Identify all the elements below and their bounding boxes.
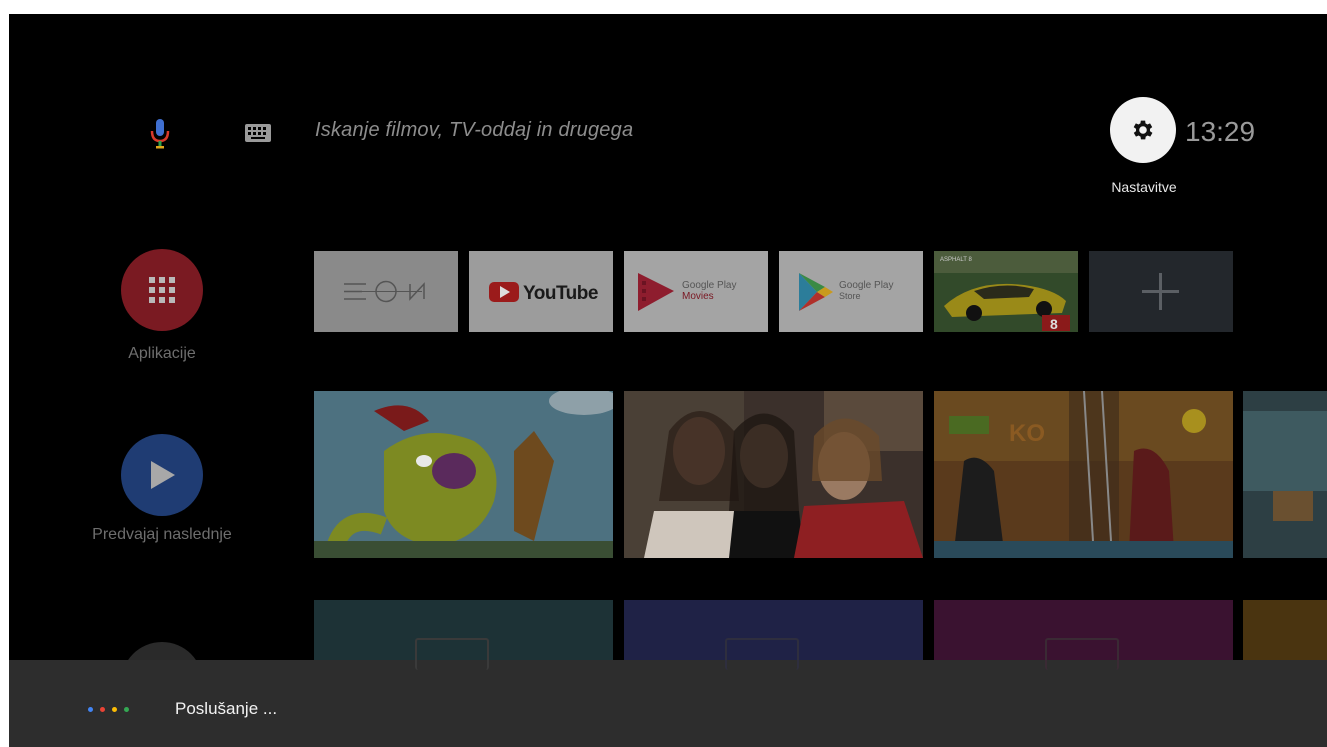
mic-icon[interactable] [148, 117, 172, 151]
svg-text:8: 8 [1050, 316, 1058, 332]
youtube-logo: YouTube [489, 282, 598, 304]
add-app-tile[interactable] [1089, 251, 1233, 332]
play-next-button[interactable] [121, 434, 203, 516]
apps-button[interactable] [121, 249, 203, 331]
assistant-status: Poslušanje ... [175, 699, 278, 718]
svg-text:ASPHALT 8: ASPHALT 8 [940, 257, 972, 263]
app-tile-google-play-store[interactable]: Google Play Store [779, 251, 923, 332]
assistant-dot-blue [88, 707, 93, 712]
content-card-partial[interactable] [1243, 391, 1327, 558]
content-card-volleyball[interactable]: KO [934, 391, 1233, 558]
tv-home-screen: Iskanje filmov, TV-oddaj in drugega Nast… [9, 14, 1327, 747]
gear-icon [1133, 120, 1153, 140]
app-tile-eon[interactable] [314, 251, 458, 332]
svg-text:KO: KO [1009, 420, 1045, 447]
plus-icon [1142, 273, 1179, 310]
svg-text:YouTube: YouTube [523, 283, 598, 304]
game-artwork: 8 ASPHALT 8 [934, 251, 1078, 332]
keyboard-icon[interactable] [245, 124, 271, 142]
drama-thumbnail [624, 391, 923, 558]
cartoon-thumbnail [314, 391, 613, 558]
assistant-dot-red [100, 707, 105, 712]
assistant-dot-green [124, 707, 129, 712]
app-tile-google-play-movies[interactable]: Google Play Movies [624, 251, 768, 332]
volleyball-thumbnail: KO [934, 391, 1233, 558]
assistant-dot-yellow [112, 707, 117, 712]
content-card-drama[interactable] [624, 391, 923, 558]
clock: 13:29 [1185, 116, 1256, 147]
play-next-label: Predvajaj naslednje [92, 526, 232, 543]
partial-thumbnail [1243, 391, 1327, 558]
content-card-cartoon[interactable] [314, 391, 613, 558]
search-field[interactable]: Iskanje filmov, TV-oddaj in drugega [315, 119, 633, 142]
apps-grid-icon [149, 277, 175, 303]
settings-button[interactable] [1110, 97, 1176, 163]
eon-logo [344, 280, 425, 303]
app-tile-asphalt[interactable]: 8 ASPHALT 8 [934, 251, 1078, 332]
channel-card-4[interactable] [1243, 600, 1327, 660]
app-tile-youtube[interactable]: YouTube [469, 251, 613, 332]
apps-label: Aplikacije [128, 345, 196, 362]
play-icon [151, 461, 175, 489]
settings-label: Nastavitve [1111, 179, 1177, 195]
